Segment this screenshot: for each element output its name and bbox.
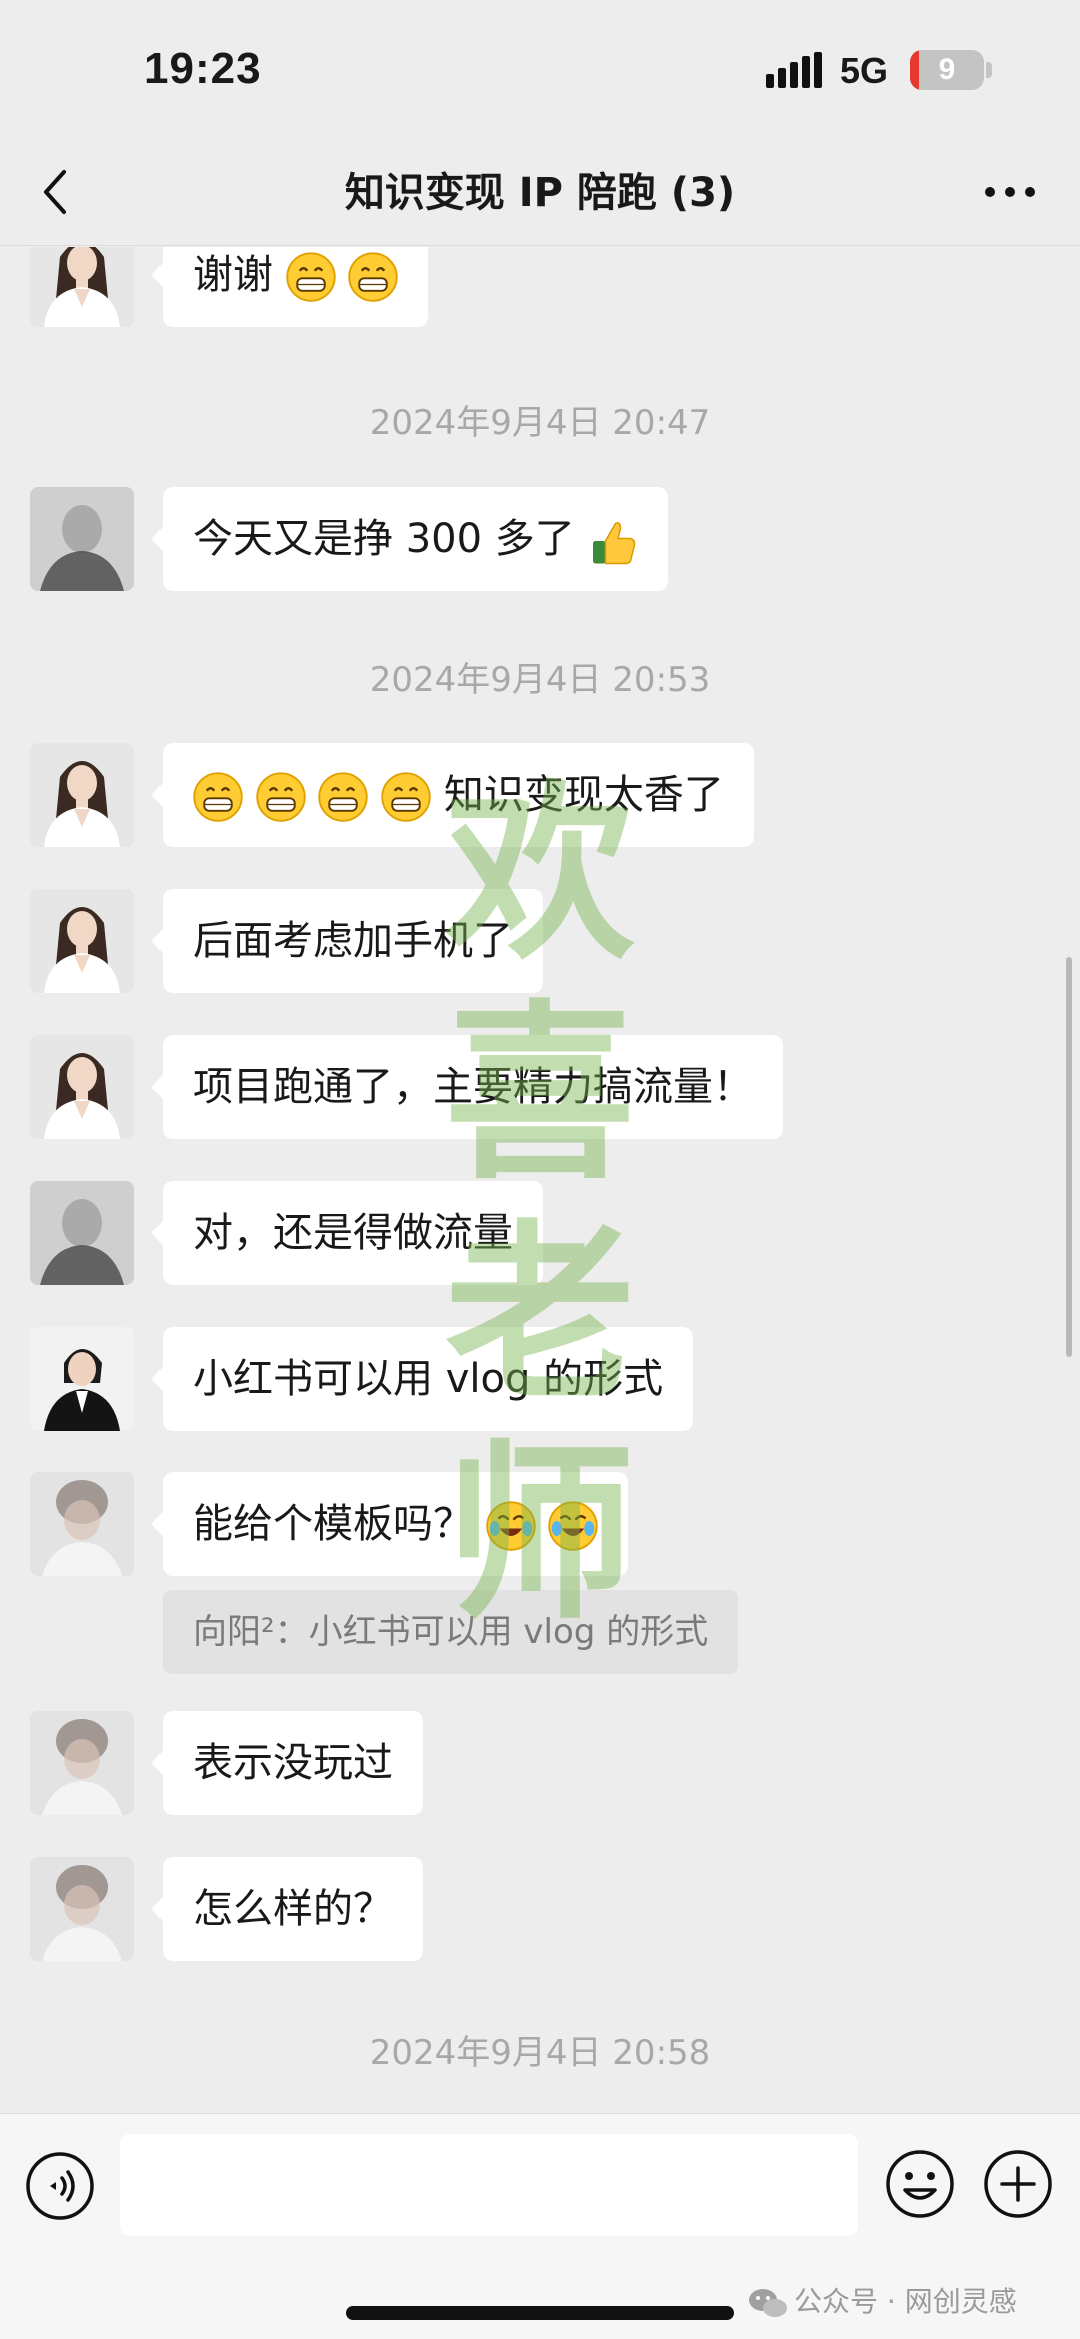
message-text: 项目跑通了，主要精力搞流量！ [193,1064,753,1110]
message-text: 表示没玩过 [193,1740,393,1786]
scroll-indicator[interactable] [1066,957,1072,1357]
message-bubble[interactable]: 表示没玩过 [151,1711,423,1815]
avatar[interactable] [30,1327,134,1431]
voice-icon[interactable] [24,2150,96,2222]
message-input[interactable] [120,2134,858,2236]
message-bubble[interactable]: 今天又是挣 300 多了 [151,487,668,591]
avatar[interactable] [30,1472,134,1576]
plus-icon[interactable] [982,2148,1054,2220]
wechat-icon [749,2289,787,2317]
chat-area[interactable]: 谢谢 2024年9月4日 20:47 今天又是挣 300 多了 2024年9月4… [0,247,1080,2113]
home-indicator[interactable] [346,2306,734,2320]
avatar[interactable] [30,1711,134,1815]
grin-emoji-icon [318,772,369,822]
avatar[interactable] [30,1035,134,1139]
message-text: 能给个模板吗？ [193,1501,473,1547]
wechat-credit: 公众号 · 网创灵感 [748,2280,1017,2320]
message-bubble[interactable]: 后面考虑加手机了 [151,889,543,993]
status-bar: 19:23 5G 9 [0,0,1080,140]
rofl-emoji-icon [485,1501,536,1551]
battery-level: 9 [938,53,956,86]
quoted-message[interactable]: 向阳²：小红书可以用 vlog 的形式 [163,1590,739,1674]
avatar[interactable] [30,743,134,847]
avatar[interactable] [30,1857,134,1961]
grin-emoji-icon [193,772,243,822]
message-text: 知识变现太香了 [443,772,724,818]
message-text: 怎么样的？ [193,1886,393,1932]
thumbs-up-icon [591,522,635,565]
message-text: 小红书可以用 vlog 的形式 [193,1356,664,1402]
avatar[interactable] [30,487,134,591]
message-bubble[interactable]: 对，还是得做流量 [151,1181,543,1285]
rofl-emoji-icon [548,1501,599,1551]
credit-text: 公众号 · 网创灵感 [794,2285,1017,2318]
timestamp: 2024年9月4日 20:58 [369,2033,711,2073]
message-bubble[interactable]: 小红书可以用 vlog 的形式 [150,1327,694,1431]
nav-bar: 知识变现 IP 陪跑 (3) [0,140,1080,246]
battery-icon: 9 [910,50,984,90]
more-icon[interactable] [978,170,1042,214]
message-bubble[interactable]: 怎么样的？ [151,1857,423,1961]
message-bubble[interactable]: 能给个模板吗？ [150,1472,629,1576]
message-text: 对，还是得做流量 [193,1210,513,1256]
message-bubble[interactable]: 谢谢 [150,247,429,327]
message-bubble[interactable]: 项目跑通了，主要精力搞流量！ [151,1035,783,1139]
signal-icon [766,52,822,88]
message-text: 今天又是挣 300 多了 [193,516,575,562]
timestamp: 2024年9月4日 20:53 [369,660,711,700]
grin-emoji-icon [255,772,306,822]
grin-emoji-icon [348,252,399,302]
battery-tip [986,62,992,78]
chat-title: 知识变现 IP 陪跑 (3) [344,170,736,216]
message-bubble[interactable]: 知识变现太香了 [151,743,754,847]
timestamp: 2024年9月4日 20:47 [369,403,711,443]
avatar[interactable] [30,1181,134,1285]
message-text: 谢谢 [193,252,273,298]
grin-emoji-icon [285,252,336,302]
emoji-icon[interactable] [884,2148,956,2220]
status-time: 19:23 [144,44,262,93]
message-text: 后面考虑加手机了 [193,918,513,964]
grin-emoji-icon [381,772,432,822]
avatar[interactable] [30,247,134,327]
avatar[interactable] [30,889,134,993]
network-type: 5G [840,50,889,91]
